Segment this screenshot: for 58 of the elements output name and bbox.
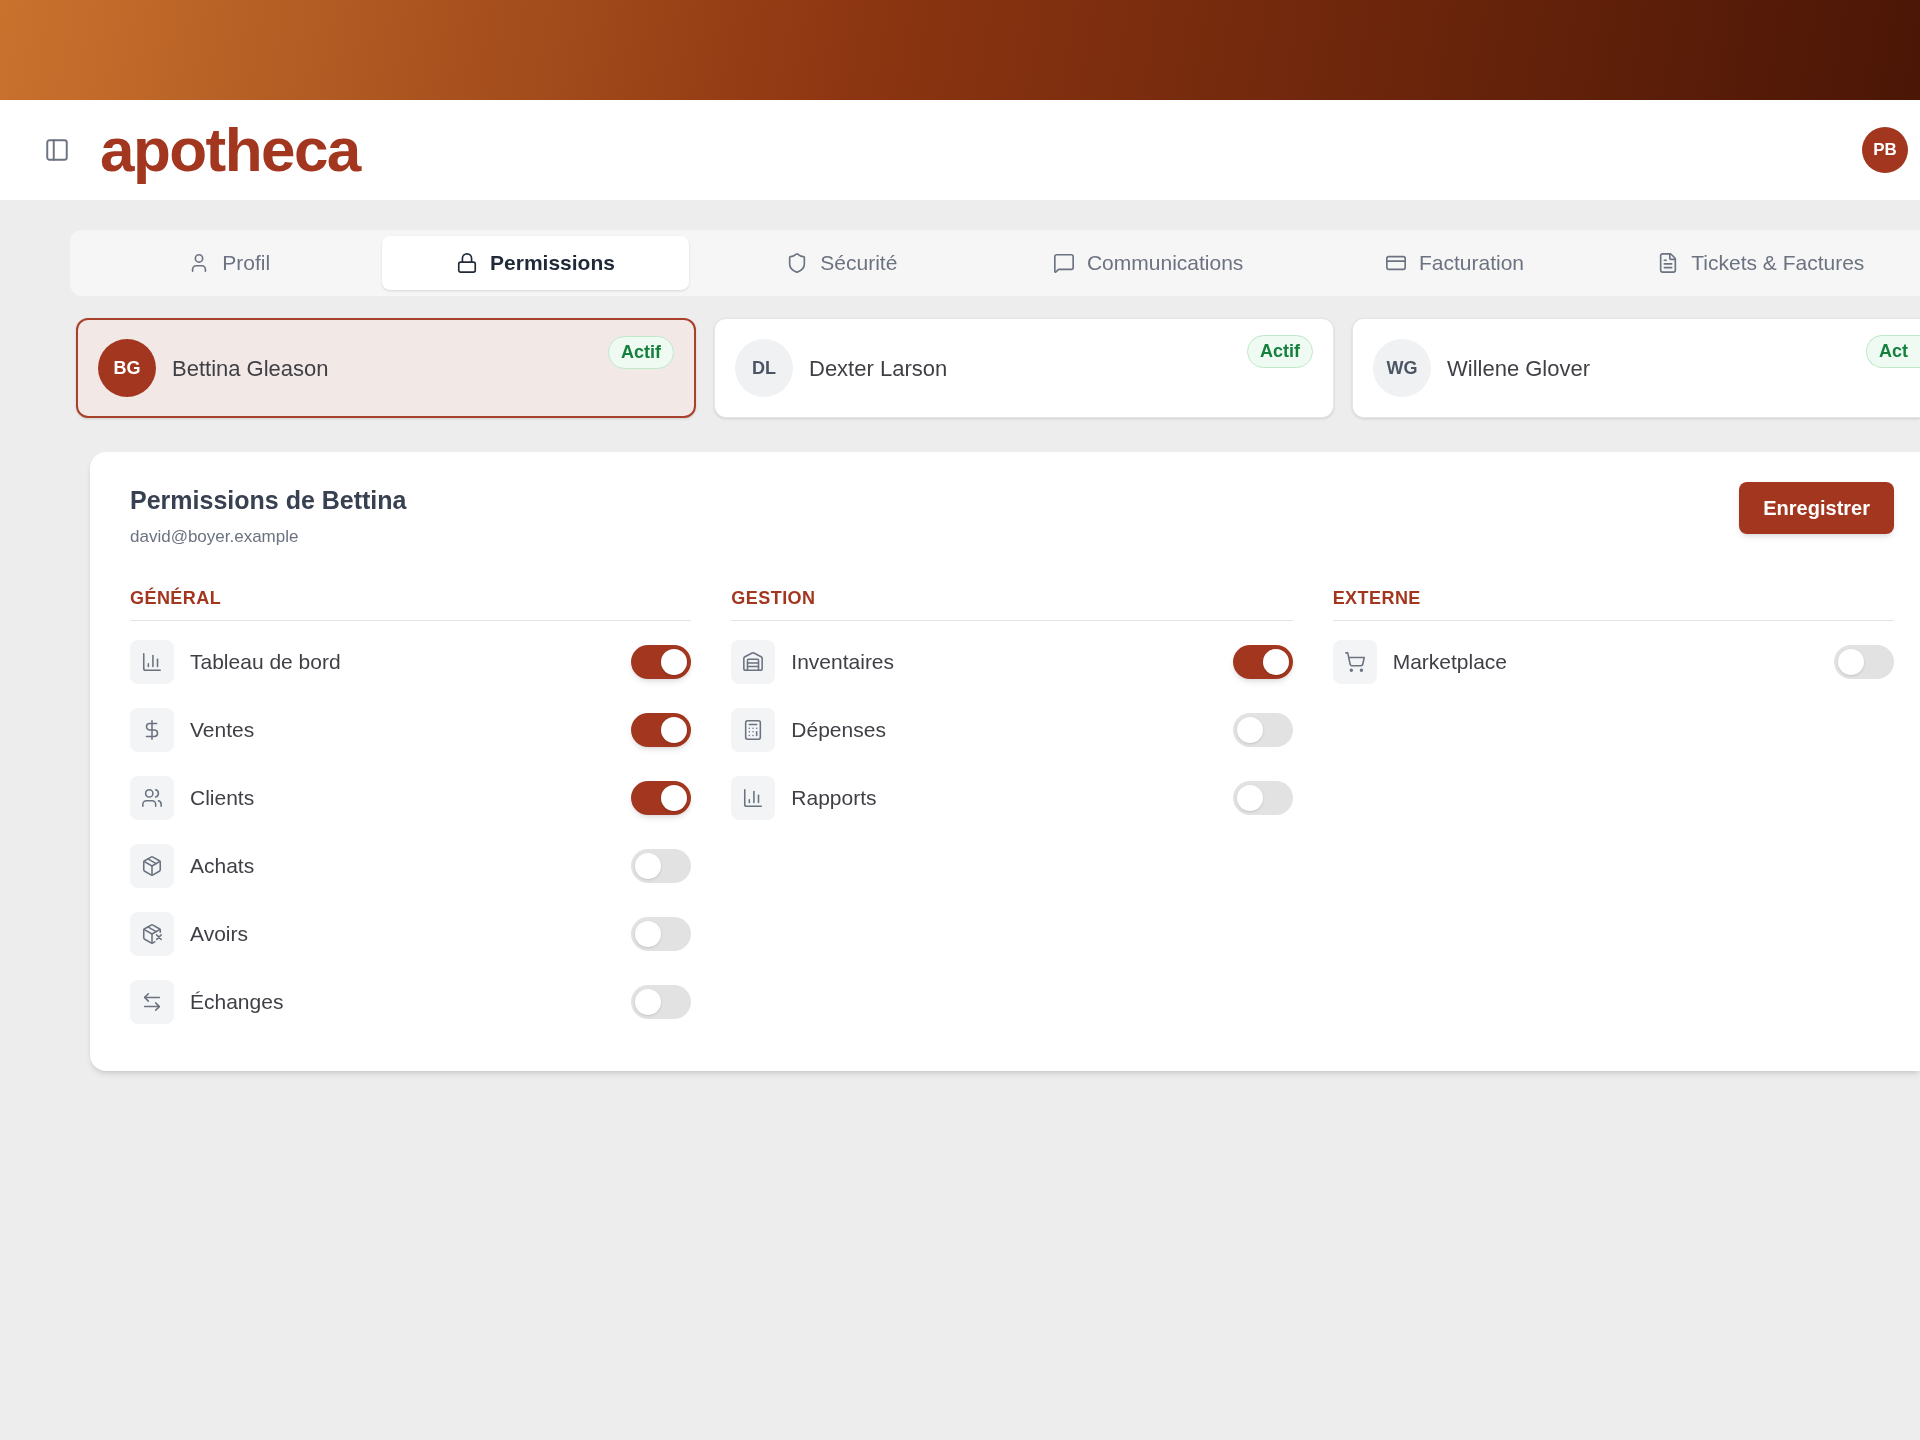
- toggle-switch[interactable]: [631, 849, 692, 883]
- users-icon: [130, 776, 174, 820]
- user-name: Bettina Gleason: [172, 354, 329, 383]
- toggle-switch[interactable]: [1834, 645, 1894, 679]
- user-name: Willene Glover: [1447, 354, 1591, 383]
- permission-label: Achats: [190, 853, 255, 880]
- status-badge: Actif: [608, 336, 674, 369]
- dollar-sign-icon: [130, 708, 174, 752]
- chat-bubble-icon: [1052, 252, 1075, 274]
- toggle-switch[interactable]: [631, 781, 692, 815]
- tab[interactable]: Facturation: [1301, 236, 1608, 290]
- user-card[interactable]: BG Bettina Gleason Actif: [76, 318, 696, 418]
- lock-icon: [456, 252, 479, 274]
- section-heading: GÉNÉRAL: [130, 585, 692, 621]
- bar-chart-icon: [731, 776, 776, 820]
- permission-label: Avoirs: [190, 921, 248, 948]
- section-heading: GESTION: [731, 585, 1293, 621]
- user-avatar: WG: [1373, 339, 1431, 397]
- toggle-switch[interactable]: [1232, 645, 1293, 679]
- cart-icon: [1332, 640, 1377, 684]
- toggle-switch[interactable]: [631, 985, 692, 1019]
- permission-label: Ventes: [190, 717, 255, 744]
- permission-label: Clients: [190, 785, 255, 812]
- card-title: Permissions de Bettina: [130, 485, 407, 516]
- tab[interactable]: Tickets & Factures: [1607, 236, 1914, 290]
- toggle-switch[interactable]: [631, 917, 692, 951]
- calculator-icon: [731, 708, 776, 752]
- warehouse-icon: [731, 640, 776, 684]
- status-badge: Act: [1866, 335, 1920, 368]
- tab[interactable]: Profil: [76, 236, 383, 290]
- toggle-switch[interactable]: [1232, 713, 1293, 747]
- bar-chart-icon: [130, 640, 174, 684]
- user-card[interactable]: DL Dexter Larson Actif: [714, 318, 1334, 418]
- save-button[interactable]: Enregistrer: [1739, 482, 1894, 534]
- permission-label: Tableau de bord: [190, 649, 341, 676]
- tab[interactable]: Sécurité: [688, 236, 995, 290]
- permission-label: Dépenses: [791, 717, 886, 744]
- package-x-icon: [130, 912, 174, 956]
- status-badge: Actif: [1247, 335, 1313, 368]
- user-avatar: DL: [735, 339, 793, 397]
- package-icon: [130, 844, 174, 888]
- permission-label: Rapports: [791, 785, 877, 812]
- tab[interactable]: Communications: [995, 236, 1302, 290]
- user-avatar: BG: [98, 339, 156, 397]
- toggle-switch[interactable]: [631, 713, 692, 747]
- toggle-switch[interactable]: [631, 645, 692, 679]
- swap-arrows-icon: [130, 980, 174, 1024]
- toggle-switch[interactable]: [1232, 781, 1293, 815]
- tab[interactable]: Permissions: [382, 236, 689, 290]
- sidebar-panel-icon[interactable]: [44, 137, 70, 163]
- user-email: david@boyer.example: [130, 525, 300, 548]
- permission-label: Marketplace: [1392, 649, 1508, 676]
- permission-label: Inventaires: [791, 649, 895, 676]
- section-heading: EXTERNE: [1332, 585, 1894, 621]
- permission-label: Échanges: [190, 989, 284, 1016]
- user-avatar[interactable]: PB: [1862, 127, 1908, 173]
- user-card[interactable]: WG Willene Glover Act: [1352, 318, 1920, 418]
- user-name: Dexter Larson: [809, 354, 948, 383]
